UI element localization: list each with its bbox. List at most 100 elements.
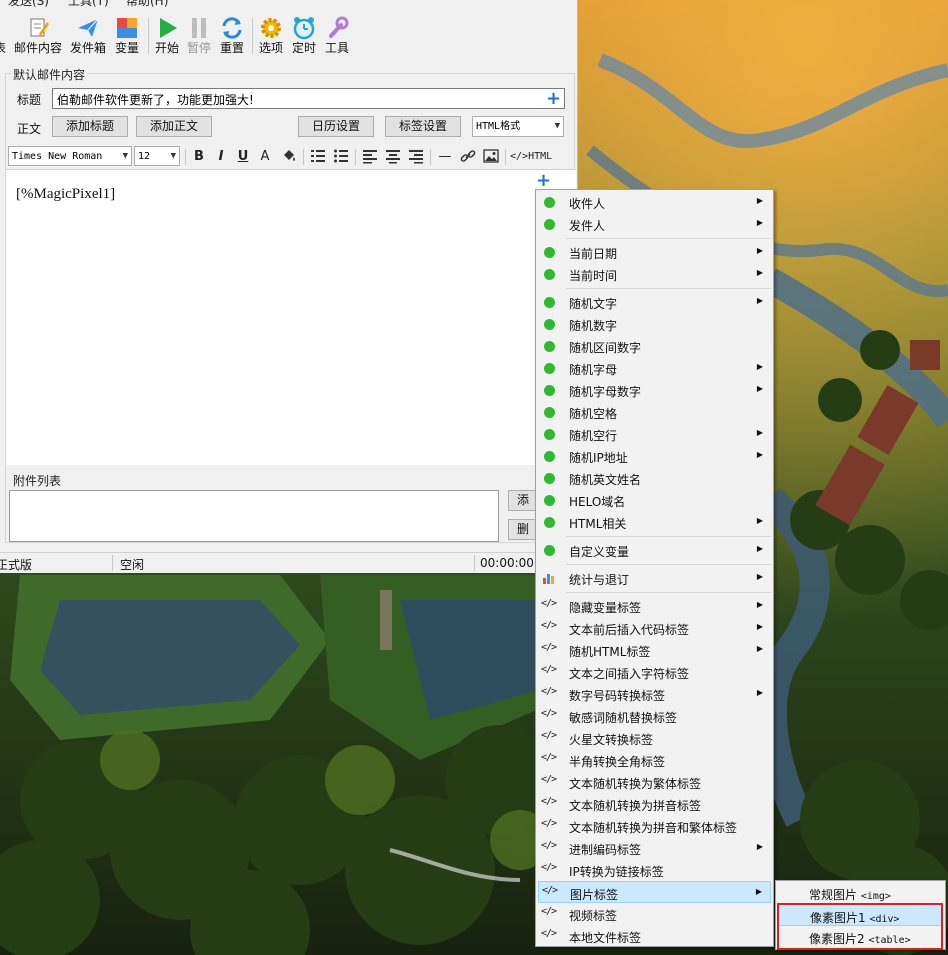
pause-button[interactable]: 暂停	[184, 14, 214, 58]
menu-item-pinyin-tag[interactable]: </> 文本随机转换为拼音标签	[538, 793, 771, 815]
delete-attachment-button[interactable]: 删	[508, 519, 538, 540]
menu-send[interactable]: 发送(S)	[8, 0, 49, 9]
menu-tools[interactable]: 工具(T)	[68, 0, 109, 9]
menu-item-fullwidth-tag[interactable]: </> 半角转换全角标签	[538, 749, 771, 771]
options-button[interactable]: 选项	[256, 14, 286, 58]
align-left-icon[interactable]	[361, 148, 379, 166]
code-tag-icon: </>	[541, 928, 557, 939]
add-body-button[interactable]: 添加正文	[136, 116, 212, 137]
bullet-list-icon[interactable]	[332, 148, 350, 166]
schedule-button[interactable]: 定时	[289, 14, 319, 58]
align-right-icon[interactable]	[407, 148, 425, 166]
menu-item-random-blank-line[interactable]: 随机空行 ▶	[538, 423, 771, 445]
menu-item-html-related[interactable]: HTML相关 ▶	[538, 511, 771, 533]
italic-icon[interactable]: I	[212, 148, 230, 166]
menu-item-sensitive-word-tag[interactable]: </> 敏感词随机替换标签	[538, 705, 771, 727]
menu-item-random-html-tag[interactable]: </> 随机HTML标签 ▶	[538, 639, 771, 661]
horizontal-rule-icon[interactable]: —	[436, 148, 454, 166]
outbox-button[interactable]: 发件箱	[66, 14, 110, 58]
toolbar-label: 定时	[291, 41, 316, 55]
menu-item-random-number[interactable]: 随机数字	[538, 313, 771, 335]
tools-button[interactable]: 工具	[322, 14, 352, 58]
toolbar-cut-item[interactable]: 表	[0, 14, 6, 58]
link-icon[interactable]	[459, 148, 477, 166]
menu-item-random-ip[interactable]: 随机IP地址 ▶	[538, 445, 771, 467]
toolbar-cut-label: 表	[0, 41, 7, 55]
main-toolbar: 表 邮件内容 发件箱 变量 开始 暂停 重置 选项 定时 工具	[0, 14, 578, 58]
submenu-item-pixel-image-2[interactable]: 像素图片2 <table>	[778, 926, 943, 948]
menu-separator	[566, 536, 771, 537]
menu-item-radix-encoding-tag[interactable]: </> 进制编码标签 ▶	[538, 837, 771, 859]
variables-button[interactable]: 变量	[112, 14, 142, 58]
menu-item-traditional-tag[interactable]: </> 文本随机转换为繁体标签	[538, 771, 771, 793]
submenu-item-normal-image[interactable]: 常规图片 <img>	[778, 882, 943, 904]
menu-item-martian-text-tag[interactable]: </> 火星文转换标签	[538, 727, 771, 749]
html-source-button[interactable]: </>HTML	[510, 148, 560, 166]
menu-item-label: 收件人	[569, 197, 606, 211]
image-icon[interactable]	[482, 148, 500, 166]
menu-separator	[566, 564, 771, 565]
submenu-item-pixel-image-1[interactable]: 像素图片1 <div>	[778, 904, 943, 926]
menu-item-custom-variable[interactable]: 自定义变量 ▶	[538, 539, 771, 561]
menu-item-label: 随机HTML标签	[569, 645, 651, 659]
tag-settings-button[interactable]: 标签设置	[385, 116, 461, 137]
menu-item-stats-unsubscribe[interactable]: 统计与退订 ▶	[538, 567, 771, 589]
menu-item-video-tag[interactable]: </> 视频标签	[538, 903, 771, 925]
menu-item-current-time[interactable]: 当前时间 ▶	[538, 263, 771, 285]
align-center-icon[interactable]	[384, 148, 402, 166]
add-subject-plus-icon[interactable]: +	[546, 90, 561, 108]
menu-item-label: 随机英文姓名	[569, 473, 642, 487]
subject-input[interactable]: 伯勒邮件软件更新了，功能更加强大!	[52, 88, 565, 109]
menu-item-ip-link-tag[interactable]: </> IP转换为链接标签	[538, 859, 771, 881]
menu-item-label: 统计与退订	[569, 573, 630, 587]
menu-item-image-tag[interactable]: </> 图片标签 ▶	[538, 881, 771, 903]
numbered-list-icon[interactable]	[309, 148, 327, 166]
format-select[interactable]: HTML格式 ▼	[472, 116, 564, 137]
menu-item-insert-code-tag[interactable]: </> 文本前后插入代码标签 ▶	[538, 617, 771, 639]
menu-item-random-english-name[interactable]: 随机英文姓名	[538, 467, 771, 489]
add-title-button[interactable]: 添加标题	[52, 116, 128, 137]
menu-item-sender[interactable]: 发件人 ▶	[538, 213, 771, 235]
code-tag-icon: </>	[541, 774, 557, 785]
menu-item-insert-char-tag[interactable]: </> 文本之间插入字符标签	[538, 661, 771, 683]
add-attachment-button[interactable]: 添	[508, 490, 538, 511]
html-source-label: HTML	[528, 151, 553, 162]
menu-item-label: 文本前后插入代码标签	[569, 623, 690, 637]
menu-item-random-alnum[interactable]: 随机字母数字 ▶	[538, 379, 771, 401]
bold-icon[interactable]: B	[190, 148, 208, 166]
attachments-list[interactable]	[9, 490, 499, 542]
menu-item-pinyin-traditional-tag[interactable]: </> 文本随机转换为拼音和繁体标签	[538, 815, 771, 837]
menu-item-random-range-number[interactable]: 随机区间数字	[538, 335, 771, 357]
font-size-select[interactable]: 12 ▼	[134, 146, 180, 166]
menu-help[interactable]: 帮助(H)	[126, 0, 168, 9]
body-editor[interactable]: [%MagicPixel1]	[6, 169, 576, 465]
submenu-arrow-icon: ▶	[756, 688, 763, 697]
insert-variable-plus-icon[interactable]: +	[536, 172, 551, 190]
menu-item-current-date[interactable]: 当前日期 ▶	[538, 241, 771, 263]
menu-item-label: 自定义变量	[569, 545, 630, 559]
start-button[interactable]: 开始	[152, 14, 182, 58]
menu-item-label: 当前日期	[569, 247, 618, 261]
edit-document-icon	[26, 16, 50, 40]
mail-content-button[interactable]: 邮件内容	[12, 14, 64, 58]
submenu-arrow-icon: ▶	[756, 362, 763, 371]
chevron-down-icon: ▼	[554, 121, 560, 131]
calendar-settings-button[interactable]: 日历设置	[298, 116, 374, 137]
code-tag-icon: </>	[541, 598, 557, 609]
menu-item-local-file-tag[interactable]: </> 本地文件标签	[538, 925, 771, 947]
menu-item-recipient[interactable]: 收件人 ▶	[538, 191, 771, 213]
code-tag-icon: </>	[541, 906, 557, 917]
status-divider	[112, 555, 113, 571]
menu-item-hidden-variable-tag[interactable]: </> 隐藏变量标签 ▶	[538, 595, 771, 617]
menu-item-random-text[interactable]: 随机文字 ▶	[538, 291, 771, 313]
font-color-icon[interactable]: A	[256, 148, 274, 166]
menu-item-random-space[interactable]: 随机空格	[538, 401, 771, 423]
highlight-bucket-icon[interactable]	[280, 148, 298, 166]
menu-item-random-letter[interactable]: 随机字母 ▶	[538, 357, 771, 379]
menu-item-number-convert-tag[interactable]: </> 数字号码转换标签 ▶	[538, 683, 771, 705]
font-family-select[interactable]: Times New Roman ▼	[8, 146, 132, 166]
code-tag-icon: </>	[541, 730, 557, 741]
menu-item-helo-domain[interactable]: HELO域名	[538, 489, 771, 511]
underline-icon[interactable]: U	[234, 148, 252, 166]
reset-button[interactable]: 重置	[217, 14, 247, 58]
